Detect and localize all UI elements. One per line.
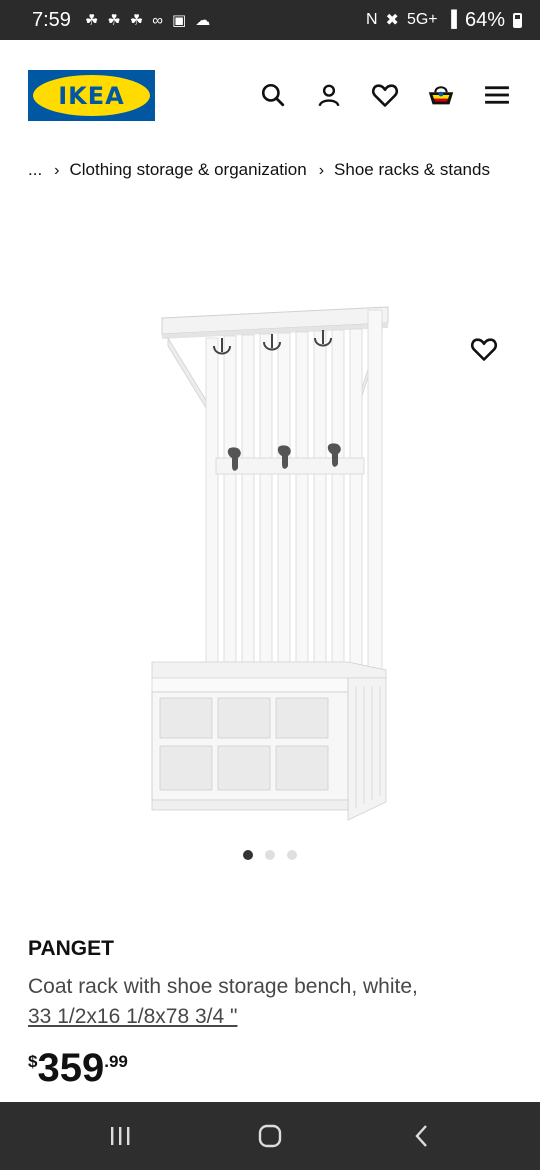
home-button[interactable] (250, 1120, 290, 1152)
notification-icon: ☘ (129, 12, 144, 29)
heart-icon (470, 336, 498, 367)
basket-icon[interactable] (426, 80, 456, 110)
cloud-icon: ☁ (195, 12, 211, 29)
notification-icon: ☘ (107, 12, 121, 29)
ikea-logo[interactable]: IKEA (28, 70, 155, 121)
carousel-indicator (0, 850, 540, 860)
network-label: 5G+ (406, 11, 438, 28)
voicemail-icon: ∞ (152, 11, 163, 29)
battery-percent: 64% (464, 8, 505, 31)
signal-icon: ▐ (445, 11, 457, 28)
breadcrumb-ellipsis[interactable]: ... (28, 160, 42, 179)
profile-icon[interactable] (314, 80, 344, 110)
heart-icon[interactable] (370, 80, 400, 110)
chevron-right-icon: › (318, 162, 325, 179)
gallery-icon: ▣ (172, 12, 187, 29)
breadcrumb-item-shoe-racks[interactable]: Shoe racks & stands (334, 160, 490, 179)
product-price: $ 359 .99 (28, 1046, 128, 1090)
menu-icon[interactable] (482, 80, 512, 110)
status-right: N ✖ 5G+ ▐ 64% (366, 9, 522, 32)
product-description: Coat rack with shoe storage bench, white… (28, 975, 418, 998)
carousel-dot[interactable] (287, 850, 297, 860)
product-name: PANGET (28, 937, 114, 960)
logo-text: IKEA (58, 81, 125, 110)
logo-oval: IKEA (33, 75, 150, 116)
status-time: 7:59 (32, 8, 71, 31)
site-header: IKEA (0, 40, 540, 150)
nfc-icon: N (365, 11, 378, 28)
price-decimal: .99 (104, 1052, 128, 1071)
breadcrumb: ... › Clothing storage & organization › Shoe… (28, 155, 498, 186)
status-bar: 7:59 ☘ ☘ ☘ ∞ ▣ ☁ N ✖ 5G+ ▐ 64% (0, 0, 540, 40)
chevron-right-icon: › (54, 162, 60, 179)
notification-icon: ☘ (84, 12, 99, 29)
price-currency: $ (28, 1052, 38, 1071)
price-integer: 359 (37, 1046, 105, 1090)
status-left-icons: ☘ ☘ ☘ ∞ ▣ ☁ (84, 11, 211, 30)
product-image[interactable] (130, 290, 410, 840)
carousel-dot[interactable] (265, 850, 275, 860)
battery-icon (513, 12, 522, 28)
search-icon[interactable] (258, 80, 288, 110)
system-nav-bar (0, 1102, 540, 1170)
recent-apps-button[interactable] (100, 1120, 140, 1152)
product-size-link[interactable]: 33 1/2x16 1/8x78 3/4 " (28, 1005, 237, 1029)
carousel-dot[interactable] (243, 850, 253, 860)
add-to-favorites-button[interactable] (469, 336, 499, 366)
breadcrumb-item-clothing-storage[interactable]: Clothing storage & organization (70, 160, 307, 179)
back-button[interactable] (402, 1120, 442, 1152)
mute-icon: ✖ (385, 12, 399, 29)
